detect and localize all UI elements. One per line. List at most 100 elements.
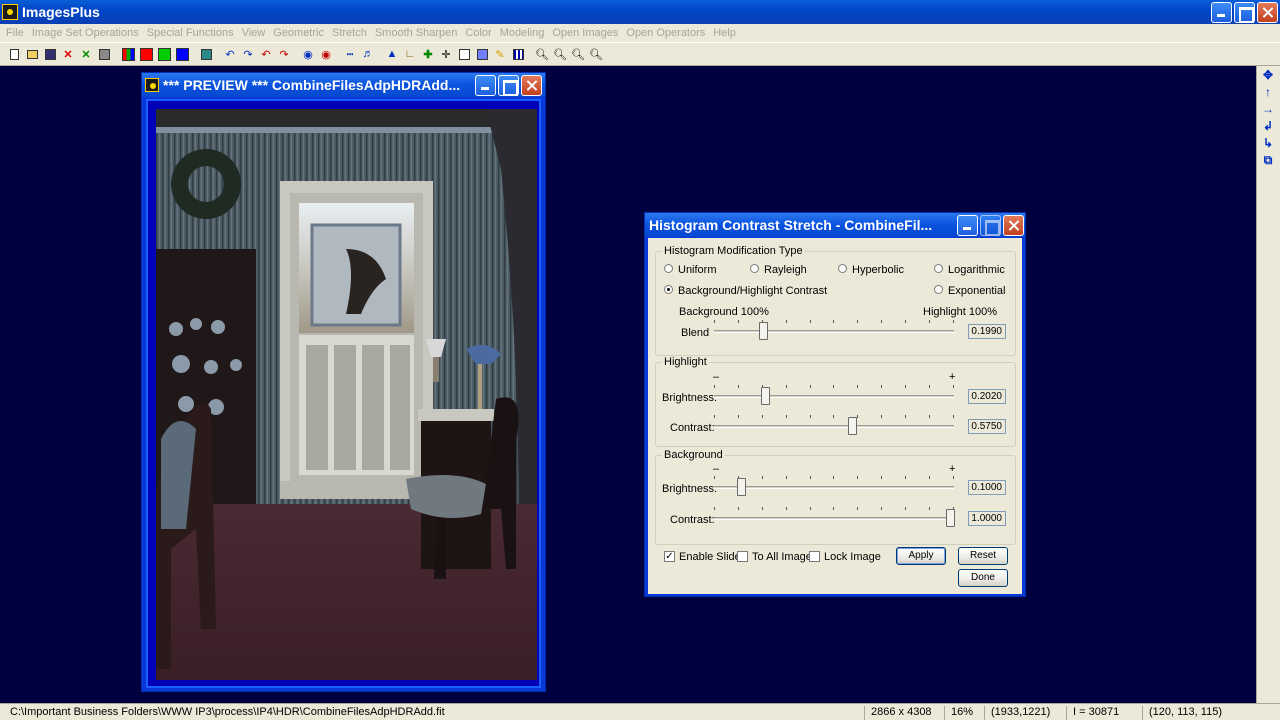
background-highlight-label: Background/Highlight Contrast — [678, 285, 828, 297]
background-contrast-slider[interactable] — [714, 505, 955, 531]
red-channel-icon[interactable] — [137, 45, 155, 63]
close-red-x-icon[interactable]: ✕ — [59, 45, 77, 63]
rotate-left-icon[interactable]: ↲ — [1259, 118, 1277, 134]
preview-titlebar[interactable]: *** PREVIEW *** CombineFilesAdpHDRAdd... — [142, 73, 545, 97]
arrow-right-icon[interactable]: → — [1259, 101, 1277, 117]
print-icon[interactable] — [95, 45, 113, 63]
menu-open-operators[interactable]: Open Operators — [622, 27, 709, 39]
menu-color[interactable]: Color — [461, 27, 495, 39]
rotate-right-icon[interactable]: ↳ — [1259, 135, 1277, 151]
save-icon[interactable] — [41, 45, 59, 63]
pencil-icon[interactable]: ✎ — [491, 45, 509, 63]
line-profile-icon[interactable]: ┅ — [341, 45, 359, 63]
undo-icon[interactable]: ↶ — [221, 45, 239, 63]
highlight-contrast-ticks — [714, 415, 954, 418]
chart-icon[interactable]: ♬ — [359, 45, 377, 63]
highlight-brightness-thumb[interactable] — [761, 387, 770, 405]
radio-background-highlight[interactable] — [664, 285, 673, 294]
highlight-contrast-slider[interactable] — [714, 413, 954, 439]
lock-image-label: Lock Image — [824, 551, 881, 563]
status-dimensions: 2866 x 4308 — [864, 706, 932, 720]
zoom-actual-icon[interactable]: 🔍︎ — [587, 45, 605, 63]
menu-modeling[interactable]: Modeling — [496, 27, 549, 39]
blink-red-icon[interactable]: ◉ — [317, 45, 335, 63]
highlight-brightness-slider[interactable] — [714, 383, 954, 409]
maximize-button[interactable] — [1234, 2, 1255, 23]
done-button[interactable]: Done — [958, 569, 1008, 587]
green-channel-icon[interactable] — [155, 45, 173, 63]
menu-file[interactable]: File — [2, 27, 28, 39]
menu-open-images[interactable]: Open Images — [548, 27, 622, 39]
blend-slider-thumb[interactable] — [759, 322, 768, 340]
close-all-x-icon[interactable]: ✕ — [77, 45, 95, 63]
grid-icon[interactable] — [197, 45, 215, 63]
blend-slider-track — [714, 330, 954, 333]
zoom-in-icon[interactable]: 🔍︎ — [533, 45, 551, 63]
enable-slider-checkbox[interactable]: ✓ — [664, 551, 675, 562]
preview-close-button[interactable] — [521, 75, 542, 96]
status-rgb: (120, 113, 115) — [1142, 706, 1222, 720]
mosaic-icon[interactable] — [509, 45, 527, 63]
open-folder-icon[interactable] — [23, 45, 41, 63]
rgb-channels-icon[interactable] — [119, 45, 137, 63]
copy-icon[interactable]: ⧉ — [1259, 152, 1277, 168]
hyperbolic-label: Hyperbolic — [852, 264, 904, 276]
dialog-close-button[interactable] — [1003, 215, 1024, 236]
arrow-up-icon[interactable]: ↑ — [1259, 84, 1277, 100]
preview-image[interactable] — [156, 109, 537, 680]
radio-uniform[interactable] — [664, 264, 673, 273]
dialog-maximize-button[interactable] — [980, 215, 1001, 236]
image-gallery-icon[interactable] — [473, 45, 491, 63]
app-icon[interactable] — [2, 4, 18, 20]
background-contrast-ticks — [714, 507, 954, 510]
close-button[interactable] — [1257, 2, 1278, 23]
preview-maximize-button[interactable] — [498, 75, 519, 96]
menu-stretch[interactable]: Stretch — [328, 27, 371, 39]
preview-window[interactable]: *** PREVIEW *** CombineFilesAdpHDRAdd... — [141, 72, 546, 692]
dialog-titlebar[interactable]: Histogram Contrast Stretch - CombineFil.… — [645, 213, 1025, 237]
highlight-brightness-value: 0.2020 — [968, 389, 1006, 404]
background-brightness-ticks — [714, 476, 954, 479]
blue-channel-icon[interactable] — [173, 45, 191, 63]
preview-window-icon[interactable] — [145, 78, 159, 92]
redo-icon[interactable]: ↷ — [239, 45, 257, 63]
app-titlebar: ImagesPlus — [0, 0, 1280, 24]
menu-geometric[interactable]: Geometric — [269, 27, 328, 39]
preview-minimize-button[interactable] — [475, 75, 496, 96]
background-brightness-slider[interactable] — [714, 474, 954, 500]
menu-help[interactable]: Help — [709, 27, 740, 39]
radio-rayleigh[interactable] — [750, 264, 759, 273]
radio-logarithmic[interactable] — [934, 264, 943, 273]
undo-all-icon[interactable]: ↶ — [257, 45, 275, 63]
new-file-icon[interactable] — [5, 45, 23, 63]
blend-slider[interactable] — [714, 318, 954, 344]
background-brightness-thumb[interactable] — [737, 478, 746, 496]
background-group-label: Background — [662, 449, 725, 461]
menu-special-functions[interactable]: Special Functions — [143, 27, 238, 39]
highlight-contrast-thumb[interactable] — [848, 417, 857, 435]
zoom-fit-icon[interactable]: 🔍︎ — [569, 45, 587, 63]
crosshair-icon[interactable]: ✚ — [419, 45, 437, 63]
move-all-icon[interactable]: ✥ — [1259, 67, 1277, 83]
zoom-out-icon[interactable]: 🔍︎ — [551, 45, 569, 63]
reset-button[interactable]: Reset — [958, 547, 1008, 565]
menu-smooth-sharpen[interactable]: Smooth Sharpen — [371, 27, 462, 39]
histogram-icon[interactable]: ▲ — [383, 45, 401, 63]
redo-all-icon[interactable]: ↷ — [275, 45, 293, 63]
lock-image-checkbox[interactable] — [809, 551, 820, 562]
menu-view[interactable]: View — [238, 27, 270, 39]
frame-icon[interactable] — [455, 45, 473, 63]
minimize-button[interactable] — [1211, 2, 1232, 23]
to-all-images-checkbox[interactable] — [737, 551, 748, 562]
blend-value: 0.1990 — [968, 324, 1006, 339]
menu-bar: File Image Set Operations Special Functi… — [0, 24, 1280, 41]
radio-hyperbolic[interactable] — [838, 264, 847, 273]
dialog-minimize-button[interactable] — [957, 215, 978, 236]
radio-exponential[interactable] — [934, 285, 943, 294]
apply-button[interactable]: Apply — [896, 547, 946, 565]
target-icon[interactable]: ✛ — [437, 45, 455, 63]
blink-blue-icon[interactable]: ◉ — [299, 45, 317, 63]
axis-icon[interactable]: ∟ — [401, 45, 419, 63]
background-contrast-thumb[interactable] — [946, 509, 955, 527]
menu-image-set-operations[interactable]: Image Set Operations — [28, 27, 143, 39]
